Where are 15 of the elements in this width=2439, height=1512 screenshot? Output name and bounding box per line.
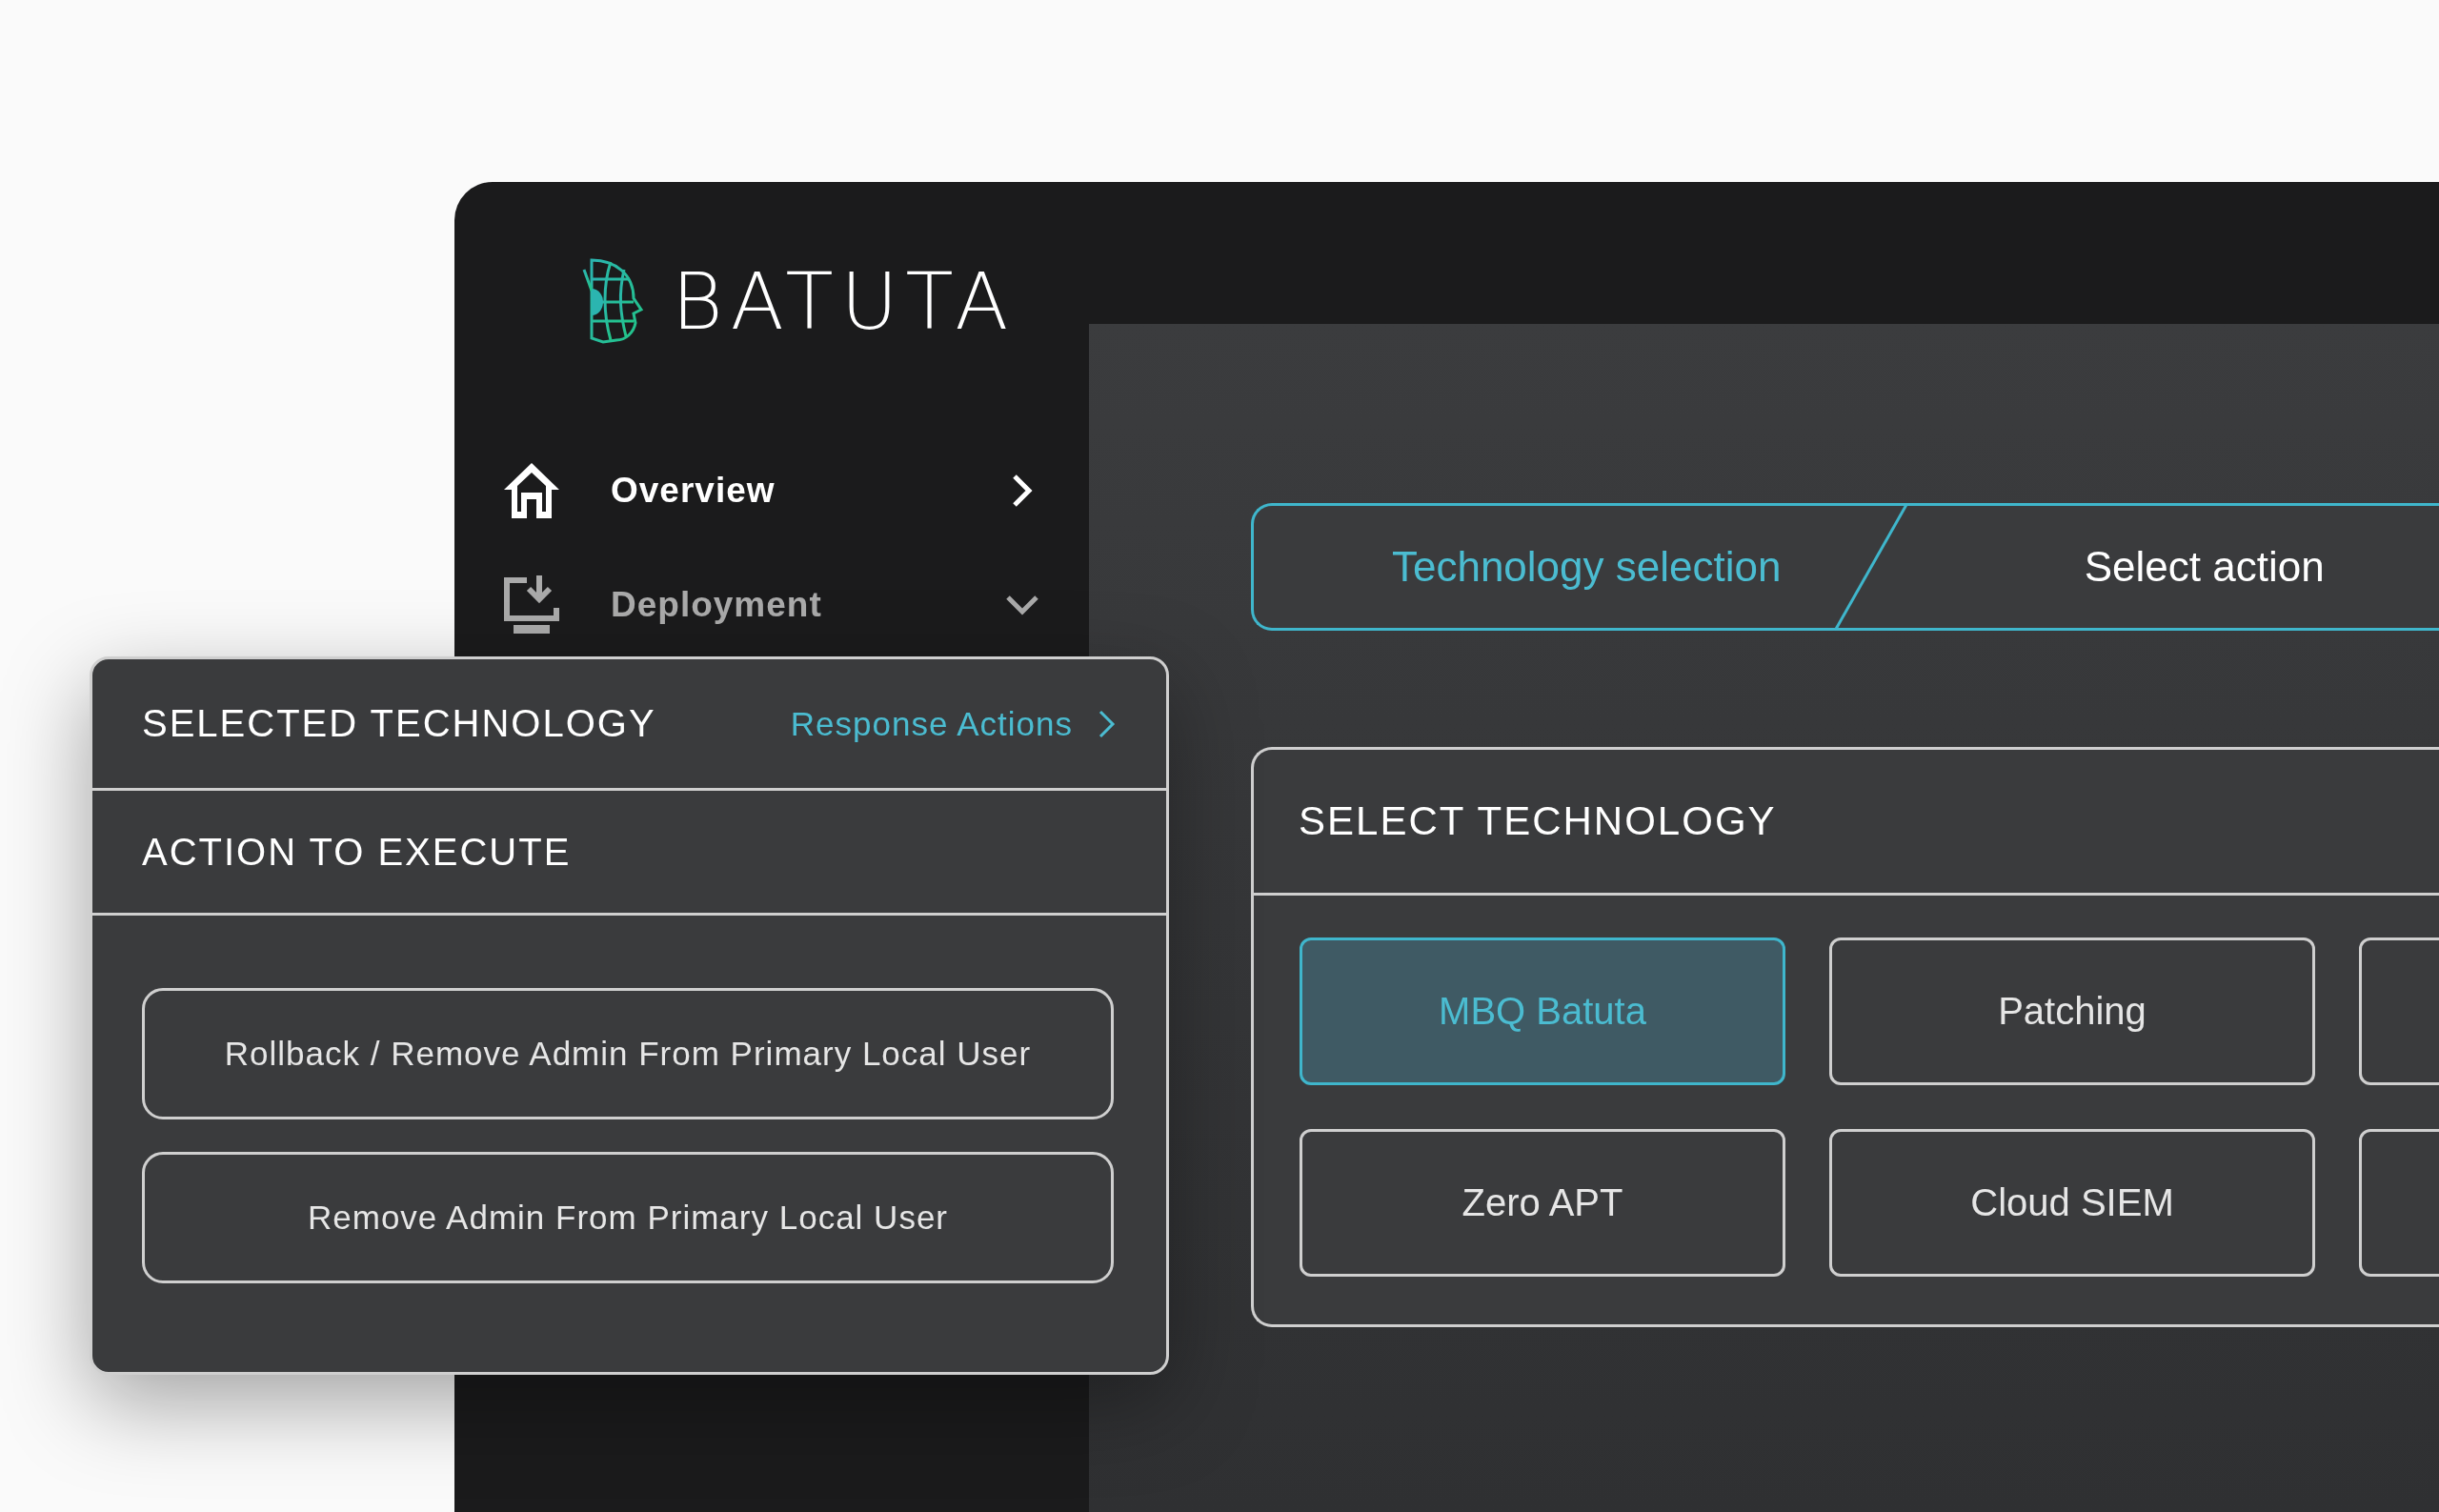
technology-option[interactable]: Zero APT	[1300, 1129, 1785, 1277]
sidebar-nav-item[interactable]: Deployment	[454, 558, 1089, 652]
logo-wordmark: BATUTA	[672, 255, 1017, 347]
panel-title: SELECTED TECHNOLOGY	[142, 702, 657, 745]
section-title: ACTION TO EXECUTE	[142, 830, 572, 874]
sidebar-nav-item[interactable]: Overview	[454, 444, 1089, 537]
card-title: SELECT TECHNOLOGY	[1299, 798, 1777, 844]
technology-option[interactable]: Patching	[1829, 937, 2315, 1085]
action-button[interactable]: Remove Admin From Primary Local User	[142, 1152, 1114, 1283]
technology-option[interactable]: Cloud SIEM	[1829, 1129, 2315, 1277]
stepper-step[interactable]: Technology selection	[1254, 506, 1920, 628]
chevron-right-icon	[1098, 708, 1117, 739]
stepper-step[interactable]: Select action	[1919, 506, 2439, 628]
response-actions-link[interactable]: Response Actions	[790, 704, 1117, 743]
action-button[interactable]: Rollback / Remove Admin From Primary Local User	[142, 988, 1114, 1119]
